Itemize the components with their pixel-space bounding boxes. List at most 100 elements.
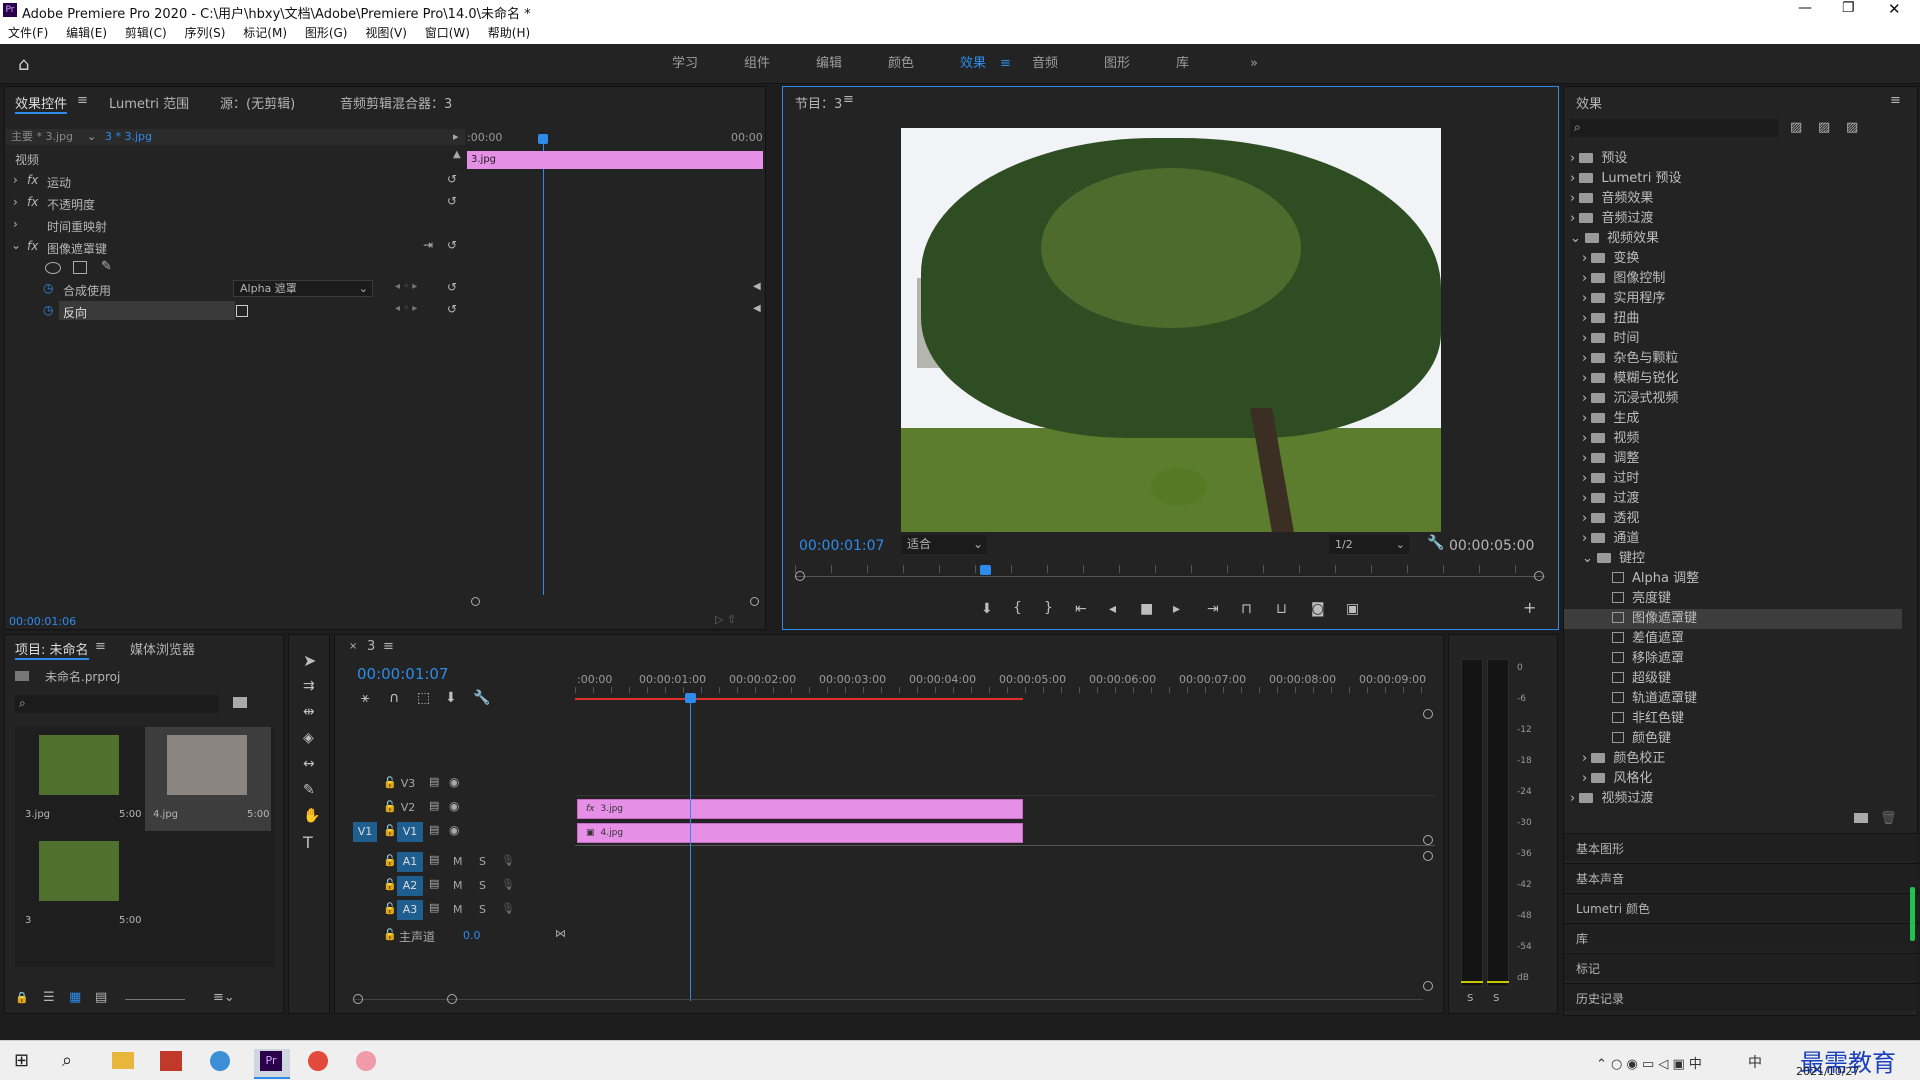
source-patch-v1[interactable]: V1 — [353, 822, 377, 842]
settings-wrench-icon[interactable]: 🔧 — [1427, 535, 1444, 551]
menu-help[interactable]: 帮助(H) — [488, 26, 530, 40]
lock-icon[interactable]: 🔓 — [383, 928, 397, 941]
search-icon[interactable]: ⌕ — [62, 1050, 72, 1071]
tree-keying-effect[interactable]: 移除遮罩 — [1564, 649, 1684, 669]
tree-keying-effect[interactable]: Alpha 调整 — [1564, 569, 1699, 589]
menu-marker[interactable]: 标记(M) — [243, 26, 287, 40]
keyframe-marker-icon[interactable]: ◀ — [753, 303, 761, 314]
tab-audio-mixer[interactable]: 音频剪辑混合器：3 — [340, 93, 452, 112]
scroll-handle-right[interactable] — [1534, 571, 1544, 581]
vertical-scroll-handle[interactable] — [1423, 851, 1433, 861]
project-search[interactable]: ⌕ — [15, 695, 219, 713]
lift-icon[interactable]: ⊓ — [1241, 602, 1252, 616]
workspace-menu-icon[interactable]: ≡ — [1000, 44, 1011, 84]
chevron-down-icon[interactable]: ⌄ — [87, 129, 96, 145]
type-tool-icon[interactable]: T — [303, 835, 313, 851]
tree-video-effect-category[interactable]: › 颜色校正 — [1564, 749, 1665, 769]
accelerated-effects-icon[interactable]: ▨ — [1790, 120, 1802, 135]
microphone-icon[interactable]: 🎙 — [501, 854, 515, 867]
go-to-end-icon[interactable]: ⋈ — [555, 927, 566, 940]
close-icon[interactable]: ✕ — [1888, 0, 1901, 18]
menu-graphics[interactable]: 图形(G) — [305, 26, 348, 40]
panel-menu-icon[interactable]: ≡ — [95, 639, 106, 654]
tree-keying-effect[interactable]: 超级键 — [1564, 669, 1671, 689]
razor-tool-icon[interactable]: ◈ — [303, 731, 314, 745]
tree-video-effect-category[interactable]: › 变换 — [1564, 249, 1639, 269]
menu-window[interactable]: 窗口(W) — [425, 26, 470, 40]
tree-keying-effect[interactable]: 颜色键 — [1564, 729, 1671, 749]
work-area-bar[interactable] — [575, 698, 1023, 700]
lock-icon[interactable]: 🔓 — [383, 800, 397, 813]
tree-video-effect-category[interactable]: › 扭曲 — [1564, 309, 1639, 329]
solo-right-button[interactable]: S — [1493, 993, 1499, 1004]
stopwatch-icon[interactable]: ◷ — [43, 303, 53, 317]
clip-v1-4jpg[interactable]: ▣ 4.jpg — [577, 823, 1023, 843]
scrollbar-thumb[interactable] — [1910, 887, 1915, 941]
timeline-timecode[interactable]: 00:00:01:07 — [357, 665, 449, 683]
current-time[interactable]: 00:00:01:06 — [9, 615, 76, 628]
menu-view[interactable]: 视图(V) — [365, 26, 407, 40]
tree-video-effect-category[interactable]: › 时间 — [1564, 329, 1639, 349]
freeform-view-icon[interactable]: ▤ — [95, 990, 107, 1005]
add-button-icon[interactable]: + — [1523, 600, 1536, 616]
workspace-assembly[interactable]: 组件 — [744, 44, 770, 84]
stop-icon[interactable]: ■ — [1140, 602, 1153, 616]
browser-icon[interactable] — [210, 1051, 230, 1071]
menu-edit[interactable]: 编辑(E) — [66, 26, 107, 40]
prop-time-remap[interactable]: › 时间重映射 — [5, 215, 465, 235]
reset-icon[interactable]: ↺ — [447, 302, 457, 316]
tab-effect-controls[interactable]: 效果控件 — [15, 93, 68, 114]
panel-menu-icon[interactable]: ≡ — [843, 92, 854, 107]
menu-file[interactable]: 文件(F) — [8, 26, 48, 40]
playhead-icon[interactable] — [980, 565, 991, 575]
tree-video-effect-category[interactable]: › 图像控制 — [1564, 269, 1665, 289]
fit-select[interactable]: 适合 ⌄ — [901, 535, 987, 554]
microphone-icon[interactable]: 🎙 — [501, 902, 515, 915]
selection-tool-icon[interactable]: ➤ — [303, 653, 316, 669]
sequence-clip-label[interactable]: 3 * 3.jpg — [105, 129, 152, 145]
tree-video-effect-category[interactable]: › 通道 — [1564, 529, 1639, 549]
ime-icon[interactable]: 中 — [1748, 1052, 1762, 1072]
reset-icon[interactable]: ↺ — [447, 172, 457, 186]
sync-icon[interactable]: ▤ — [429, 853, 439, 866]
lock-icon[interactable]: 🔒 — [15, 991, 29, 1004]
solo-left-button[interactable]: S — [1467, 993, 1473, 1004]
mute-button[interactable]: M — [453, 855, 463, 868]
export-frame-icon[interactable]: ◙ — [1311, 602, 1325, 616]
track-name[interactable]: A2 — [397, 876, 423, 896]
collapse-icon[interactable]: ▲ — [453, 149, 461, 160]
vertical-scroll-handle[interactable] — [1423, 835, 1433, 845]
tree-keying-effect[interactable]: 差值遮罩 — [1564, 629, 1684, 649]
lock-icon[interactable]: 🔓 — [383, 878, 397, 891]
pen-mask-icon[interactable]: ✎ — [101, 259, 112, 274]
program-title[interactable]: 节目：3 — [795, 93, 842, 112]
expand-icon[interactable]: › — [13, 217, 18, 231]
file-explorer-icon[interactable] — [112, 1052, 134, 1069]
panel-menu-icon[interactable]: ≡ — [1890, 93, 1901, 108]
more-workspaces-icon[interactable]: » — [1250, 44, 1258, 84]
system-tray-icons[interactable]: ⌃ ○ ◉ ▭ ◁ ▣ 中 — [1596, 1053, 1702, 1072]
tree-video-effect-category[interactable]: › 透视 — [1564, 509, 1639, 529]
quality-select[interactable]: 1/2 ⌄ — [1329, 535, 1409, 554]
scroll-handle-left[interactable] — [795, 571, 805, 581]
step-back-icon[interactable]: ◂ — [1109, 602, 1116, 616]
reset-icon[interactable]: ↺ — [447, 194, 457, 208]
add-edit-icon[interactable]: ⬚ — [417, 691, 430, 705]
tree-keying-effect[interactable]: 轨道遮罩键 — [1564, 689, 1697, 709]
new-bin-icon[interactable] — [1854, 813, 1868, 823]
menu-sequence[interactable]: 序列(S) — [184, 26, 225, 40]
vertical-scroll-handle[interactable] — [1423, 981, 1433, 991]
track-select-tool-icon[interactable]: ⇉ — [303, 679, 315, 693]
tree-keying-effect-selected[interactable]: 图像遮罩键 — [1564, 609, 1902, 629]
list-view-icon[interactable]: ☰ — [43, 990, 55, 1005]
tab-project[interactable]: 项目: 未命名 — [15, 639, 89, 660]
icon-view-icon[interactable]: ▦ — [69, 990, 81, 1005]
horizontal-scroll-bar[interactable] — [353, 999, 1423, 1000]
reset-icon[interactable]: ↺ — [447, 280, 457, 294]
clip-v2-3jpg[interactable]: fx 3.jpg — [577, 799, 1023, 819]
ellipse-mask-icon[interactable] — [45, 262, 61, 274]
app-icon[interactable] — [356, 1051, 376, 1071]
step-forward-icon[interactable]: ▸ — [1173, 602, 1180, 616]
mini-clip-bar[interactable]: 3.jpg — [467, 151, 763, 169]
mute-button[interactable]: M — [453, 903, 463, 916]
